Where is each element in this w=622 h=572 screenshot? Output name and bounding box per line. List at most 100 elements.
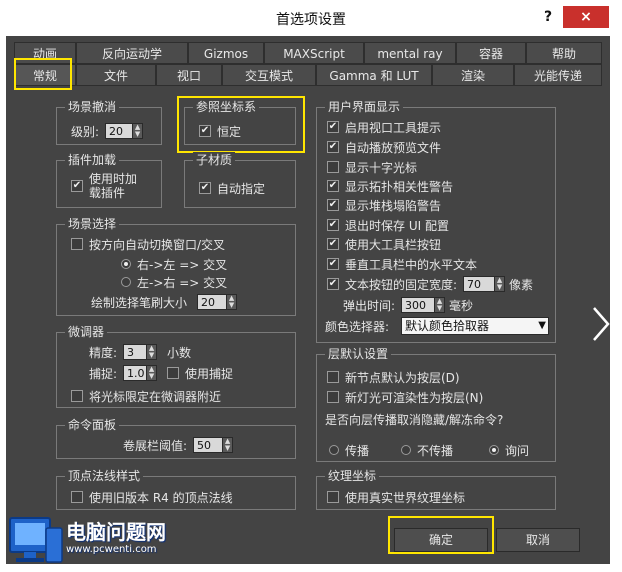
ui-option-checkbox[interactable]: ✔ [327, 141, 339, 153]
legacy-normals-row[interactable]: 使用旧版本 R4 的顶点法线 [71, 488, 233, 506]
tab-files[interactable]: 文件 [76, 64, 156, 86]
no-propagate-radio-row[interactable]: 不传播 [401, 441, 453, 459]
rollout-threshold-spinner[interactable]: 50 ▲ ▼ [193, 437, 234, 453]
ask-radio-row[interactable]: 询问 [489, 441, 529, 459]
auto-switch-row[interactable]: 按方向自动切换窗口/交叉 [71, 235, 225, 253]
spinner-arrows-icon[interactable]: ▲ ▼ [133, 123, 144, 139]
color-picker-select[interactable]: 默认颜色拾取器 ▼ [401, 317, 549, 335]
new-nodes-checkbox[interactable] [327, 371, 339, 383]
constant-checkbox[interactable]: ✔ [199, 125, 211, 137]
ui-option-row[interactable]: ✔ 自动播放预览文件 [327, 138, 441, 156]
fixed-width-checkbox[interactable]: ✔ [327, 278, 339, 290]
propagate-radio[interactable] [329, 445, 339, 455]
ui-option-checkbox[interactable]: ✔ [327, 180, 339, 192]
new-nodes-row[interactable]: 新节点默认为按层(D) [327, 368, 460, 386]
use-snap-checkbox[interactable] [167, 367, 180, 379]
texture-coords-group: 纹理坐标 使用真实世界纹理坐标 [316, 468, 556, 510]
tab-interaction-mode[interactable]: 交互模式 [222, 64, 316, 86]
tab-containers[interactable]: 容器 [456, 42, 526, 64]
ask-radio[interactable] [489, 445, 499, 455]
ui-option-label: 自动播放预览文件 [345, 140, 442, 155]
ui-option-row[interactable]: 显示十字光标 [327, 158, 417, 176]
spinner-arrows-icon[interactable]: ▲ ▼ [495, 276, 506, 292]
brush-size-value[interactable]: 20 [197, 294, 228, 310]
load-on-use-checkbox[interactable]: ✔ [71, 180, 83, 192]
fixed-width-spinner[interactable]: 70 ▲ ▼ [463, 276, 506, 292]
undo-level-label: 级别: [71, 124, 100, 139]
command-panel-title: 命令面板 [65, 417, 120, 433]
tab-mental-ray[interactable]: mental ray [364, 42, 456, 64]
left-right-radio[interactable] [121, 277, 131, 287]
ui-option-row[interactable]: ✔ 退出时保存 UI 配置 [327, 216, 449, 234]
cancel-button[interactable]: 取消 [496, 528, 580, 552]
tab-gizmos[interactable]: Gizmos [188, 42, 264, 64]
spinner-arrows-icon[interactable]: ▲ ▼ [147, 344, 158, 360]
precision-spinner[interactable]: 3 ▲ ▼ [123, 344, 158, 360]
ask-label: 询问 [505, 443, 530, 458]
dialog-body: 动画 反向运动学 Gizmos MAXScript mental ray 容器 … [6, 36, 610, 564]
ui-option-checkbox[interactable]: ✔ [327, 199, 339, 211]
new-lights-row[interactable]: 新灯光可渲染性为按层(N) [327, 388, 483, 406]
auto-switch-label: 按方向自动切换窗口/交叉 [89, 237, 226, 252]
ui-option-checkbox[interactable]: ✔ [327, 238, 339, 250]
no-propagate-radio[interactable] [401, 445, 411, 455]
auto-assign-row[interactable]: ✔ 自动指定 [199, 179, 265, 197]
propagate-question: 是否向层传播取消隐藏/解冻命令? [325, 412, 504, 427]
wrap-cursor-checkbox[interactable] [71, 390, 83, 402]
brush-size-spinner[interactable]: 20 ▲ ▼ [197, 294, 238, 310]
tab-radiosity[interactable]: 光能传递 [514, 64, 602, 86]
tab-inverse-kinematics[interactable]: 反向运动学 [76, 42, 188, 64]
tab-viewports[interactable]: 视口 [156, 64, 222, 86]
ui-option-row[interactable]: ✔ 显示拓扑相关性警告 [327, 177, 453, 195]
right-left-radio-row[interactable]: 右->左 => 交叉 [121, 255, 227, 273]
fixed-width-value[interactable]: 70 [463, 276, 496, 292]
left-right-radio-row[interactable]: 左->右 => 交叉 [121, 273, 227, 291]
tab-gamma-lut[interactable]: Gamma 和 LUT [316, 64, 432, 86]
spinner-arrows-icon[interactable]: ▲ ▼ [435, 297, 446, 313]
scene-undo-title: 场景撤消 [65, 99, 120, 115]
undo-level-value[interactable]: 20 [105, 123, 134, 139]
ui-option-row[interactable]: ✔ 垂直工具栏中的水平文本 [327, 255, 477, 273]
ui-option-checkbox[interactable]: ✔ [327, 219, 339, 231]
ui-option-checkbox[interactable] [327, 161, 339, 173]
tab-rendering[interactable]: 渲染 [432, 64, 514, 86]
ok-button[interactable]: 确定 [394, 528, 488, 552]
auto-assign-checkbox[interactable]: ✔ [199, 182, 211, 194]
propagate-radio-row[interactable]: 传播 [329, 441, 369, 459]
wrap-cursor-row[interactable]: 将光标限定在微调器附近 [71, 387, 221, 405]
close-button[interactable]: × [563, 6, 609, 28]
chevron-right-icon[interactable] [590, 304, 612, 344]
vertex-normal-group: 顶点法线样式 使用旧版本 R4 的顶点法线 [56, 468, 296, 510]
tab-help[interactable]: 帮助 [526, 42, 602, 64]
ui-option-checkbox[interactable]: ✔ [327, 121, 339, 133]
spinner-arrows-icon[interactable]: ▲ ▼ [227, 294, 238, 310]
rollout-threshold-value[interactable]: 50 [193, 437, 224, 453]
flyout-time-spinner[interactable]: 300 ▲ ▼ [401, 297, 446, 313]
ui-option-label: 显示十字光标 [345, 160, 418, 175]
ui-option-row[interactable]: ✔ 使用大工具栏按钮 [327, 235, 441, 253]
ui-option-row[interactable]: ✔ 启用视口工具提示 [327, 118, 441, 136]
right-left-radio[interactable] [121, 259, 131, 269]
load-on-use-row[interactable]: ✔ 使用时加 载插件 [71, 172, 137, 200]
snap-spinner[interactable]: 1.0 ▲ ▼ [123, 365, 158, 381]
precision-value[interactable]: 3 [123, 344, 148, 360]
real-world-checkbox[interactable] [327, 491, 339, 503]
flyout-time-value[interactable]: 300 [401, 297, 436, 313]
ui-option-checkbox[interactable]: ✔ [327, 258, 339, 270]
tab-maxscript[interactable]: MAXScript [264, 42, 364, 64]
snap-value[interactable]: 1.0 [123, 365, 148, 381]
ui-option-row[interactable]: ✔ 显示堆栈塌陷警告 [327, 196, 441, 214]
legacy-normals-checkbox[interactable] [71, 491, 83, 503]
spinner-arrows-icon[interactable]: ▲ ▼ [223, 437, 234, 453]
ui-display-group: 用户界面显示 ✔ 启用视口工具提示 ✔ 自动播放预览文件 显示十字光标 ✔ 显示… [316, 99, 556, 343]
spinner-arrows-icon[interactable]: ▲ ▼ [147, 365, 158, 381]
real-world-row[interactable]: 使用真实世界纹理坐标 [327, 488, 465, 506]
new-lights-checkbox[interactable] [327, 391, 339, 403]
undo-level-spinner[interactable]: 20 ▲ ▼ [105, 123, 144, 139]
spinners-group: 微调器 精度: 3 ▲ ▼ 小数 捕捉: 1.0 ▲ ▼ 使用捕捉 将光标限定在… [56, 324, 296, 408]
constant-checkbox-row[interactable]: ✔ 恒定 [199, 122, 241, 140]
auto-switch-checkbox[interactable] [71, 238, 83, 250]
sub-material-title: 子材质 [193, 152, 236, 168]
help-button[interactable]: ? [540, 9, 556, 27]
fixed-width-label: 文本按钮的固定宽度: [345, 277, 458, 292]
